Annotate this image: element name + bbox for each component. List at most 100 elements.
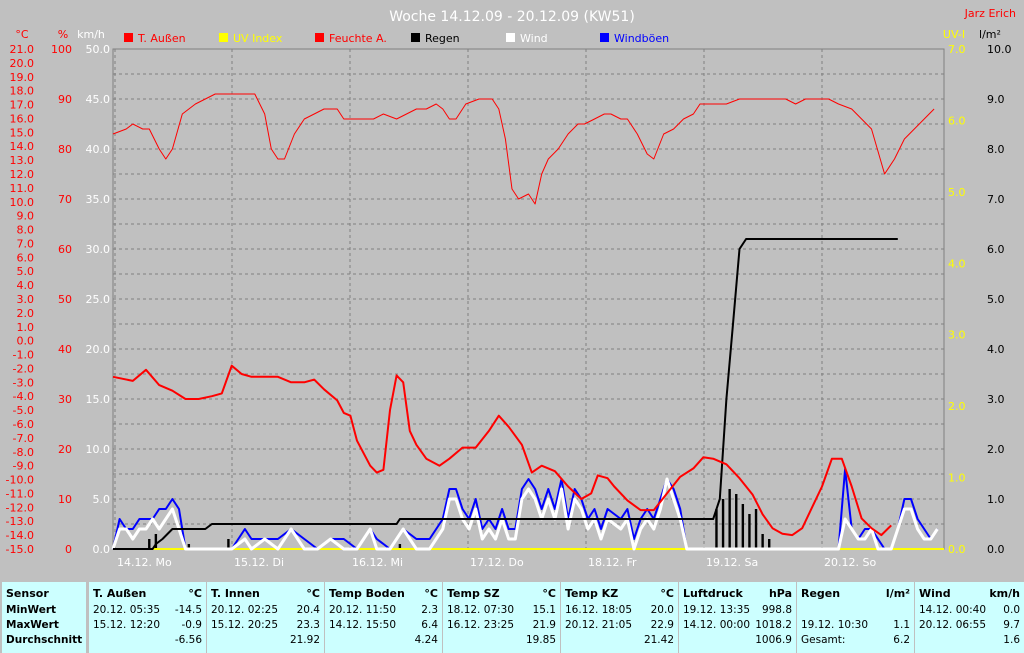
y-tick-temp: -4.0 <box>13 390 34 403</box>
y-tick-rain: 10.0 <box>987 43 1012 56</box>
y-tick-temp: -2.0 <box>13 362 34 375</box>
stats-max-row: 14.12. 00:00 1018.2 <box>683 619 792 634</box>
stats-row-label: MaxWert <box>6 619 59 631</box>
y-tick-temp: 17.0 <box>10 99 35 112</box>
y-tick-wind: 5.0 <box>93 493 111 506</box>
stats-max-date: 20.12. 06:55 <box>919 619 986 631</box>
y-tick-wind: 30.0 <box>86 243 111 256</box>
legend-swatch <box>124 33 133 42</box>
stats-avg-row: 1.6 <box>919 634 1020 649</box>
stats-labels-column: Sensor MinWert MaxWert Durchschnitt <box>2 582 86 653</box>
y-tick-temp: 15.0 <box>10 126 35 139</box>
stats-max-value: 1.1 <box>893 619 910 631</box>
stats-avg-value: 19.85 <box>525 634 556 646</box>
rain-bar <box>728 489 731 549</box>
rain-bar <box>735 494 738 549</box>
y-tick-humidity: 60 <box>58 243 72 256</box>
stats-min-value: 0.0 <box>1003 604 1020 616</box>
stats-max-date: 15.12. 12:20 <box>93 619 160 631</box>
stats-avg-value: 1006.9 <box>755 634 792 646</box>
y-tick-temp: 5.0 <box>17 265 35 278</box>
stats-max-value: 22.9 <box>650 619 674 631</box>
y-tick-uv: 2.0 <box>948 400 966 413</box>
y-tick-humidity: 20 <box>58 443 72 456</box>
legend-swatch <box>219 33 228 42</box>
stats-min-row: 14.12. 00:40 0.0 <box>919 604 1020 619</box>
stats-column-title: Temp Boden °C <box>329 587 438 600</box>
y-tick-rain: 4.0 <box>987 343 1005 356</box>
axis-unit-label: km/h <box>77 28 105 41</box>
y-tick-temp: 16.0 <box>10 112 35 125</box>
y-tick-temp: 11.0 <box>10 182 35 195</box>
rain-bar <box>754 509 758 549</box>
stats-avg-row: -6.56 <box>93 634 202 649</box>
legend-swatch <box>506 33 515 42</box>
stats-min-date: 18.12. 07:30 <box>447 604 514 616</box>
stats-min-date: 20.12. 11:50 <box>329 604 396 616</box>
stats-max-value: 9.7 <box>1003 619 1020 631</box>
stats-column-title: Temp SZ °C <box>447 587 556 600</box>
x-tick-label: 18.12. Fr <box>588 556 637 569</box>
stats-avg-value: 1.6 <box>1003 634 1020 646</box>
stats-avg-row: 19.85 <box>447 634 556 649</box>
chart-legend: T. Außen UV Index Feuchte A. Regen Wind Windb… <box>124 32 669 45</box>
y-tick-temp: -9.0 <box>13 460 34 473</box>
stats-max-row: 16.12. 23:25 21.9 <box>447 619 556 634</box>
stats-column: T. Innen °C 20.12. 02:25 20.4 15.12. 20:25 23… <box>207 582 324 653</box>
x-tick-label: 15.12. Di <box>234 556 284 569</box>
stats-column: Regen l/m² 19.12. 10:30 1.1 Gesamt: 6.2 <box>797 582 914 653</box>
x-tick-label: 17.12. Do <box>470 556 524 569</box>
y-tick-humidity: 100 <box>51 43 72 56</box>
statistics-table: Sensor MinWert MaxWert Durchschnitt T. Außen… <box>0 578 1024 653</box>
rain-bar <box>715 509 718 549</box>
legend-swatch <box>315 33 324 42</box>
y-tick-wind: 15.0 <box>86 393 111 406</box>
stats-max-row: 20.12. 21:05 22.9 <box>565 619 674 634</box>
stats-min-row: 19.12. 13:35 998.8 <box>683 604 792 619</box>
stats-min-value: -14.5 <box>174 604 202 616</box>
y-tick-temp: 3.0 <box>17 293 35 306</box>
y-tick-temp: -11.0 <box>6 487 34 500</box>
y-tick-temp: 10.0 <box>10 196 35 209</box>
stats-max-date: 14.12. 00:00 <box>683 619 750 631</box>
stats-min-row: 20.12. 11:50 2.3 <box>329 604 438 619</box>
stats-min-date: 20.12. 02:25 <box>211 604 278 616</box>
legend-swatch <box>600 33 609 42</box>
y-tick-temp: 1.0 <box>17 321 35 334</box>
y-tick-temp: 9.0 <box>17 210 35 223</box>
stats-min-date: 19.12. 13:35 <box>683 604 750 616</box>
stats-column: T. Außen °C 20.12. 05:35 -14.5 15.12. 12:20 -… <box>89 582 206 653</box>
stats-max-value: 21.9 <box>532 619 556 631</box>
y-tick-temp: -7.0 <box>13 432 34 445</box>
stats-column-unit: °C <box>188 587 202 600</box>
y-tick-uv: 6.0 <box>948 114 966 127</box>
y-tick-temp: -15.0 <box>6 543 34 556</box>
y-tick-uv: 7.0 <box>948 43 966 56</box>
y-tick-wind: 25.0 <box>86 293 111 306</box>
stats-column-title: T. Außen °C <box>93 587 202 600</box>
stats-max-date: 19.12. 10:30 <box>801 619 868 631</box>
stats-max-row: 14.12. 15:50 6.4 <box>329 619 438 634</box>
stats-max-date: 14.12. 15:50 <box>329 619 396 631</box>
y-tick-wind: 45.0 <box>86 93 111 106</box>
stats-min-value: 20.0 <box>650 604 674 616</box>
y-tick-temp: 6.0 <box>17 251 35 264</box>
x-tick-label: 14.12. Mo <box>117 556 172 569</box>
stats-column: Temp SZ °C 18.12. 07:30 15.1 16.12. 23:25 21.… <box>443 582 560 653</box>
legend-label: Regen <box>425 32 460 45</box>
stats-min-value: 15.1 <box>532 604 556 616</box>
stats-column-title: T. Innen °C <box>211 587 320 600</box>
y-tick-rain: 7.0 <box>987 193 1005 206</box>
rain-bar <box>741 504 745 549</box>
stats-column-unit: °C <box>542 587 556 600</box>
stats-min-row: 20.12. 05:35 -14.5 <box>93 604 202 619</box>
stats-max-value: 1018.2 <box>755 619 792 631</box>
stats-min-row: 16.12. 18:05 20.0 <box>565 604 674 619</box>
stats-column-title: Regen l/m² <box>801 587 910 600</box>
y-tick-wind: 35.0 <box>86 193 111 206</box>
y-tick-temp: -14.0 <box>6 529 34 542</box>
author-label: Jarz Erich <box>964 7 1016 20</box>
stats-column: Luftdruck hPa 19.12. 13:35 998.8 14.12. 00:0… <box>679 582 796 653</box>
y-tick-rain: 2.0 <box>987 443 1005 456</box>
legend-label: Windböen <box>614 32 669 45</box>
